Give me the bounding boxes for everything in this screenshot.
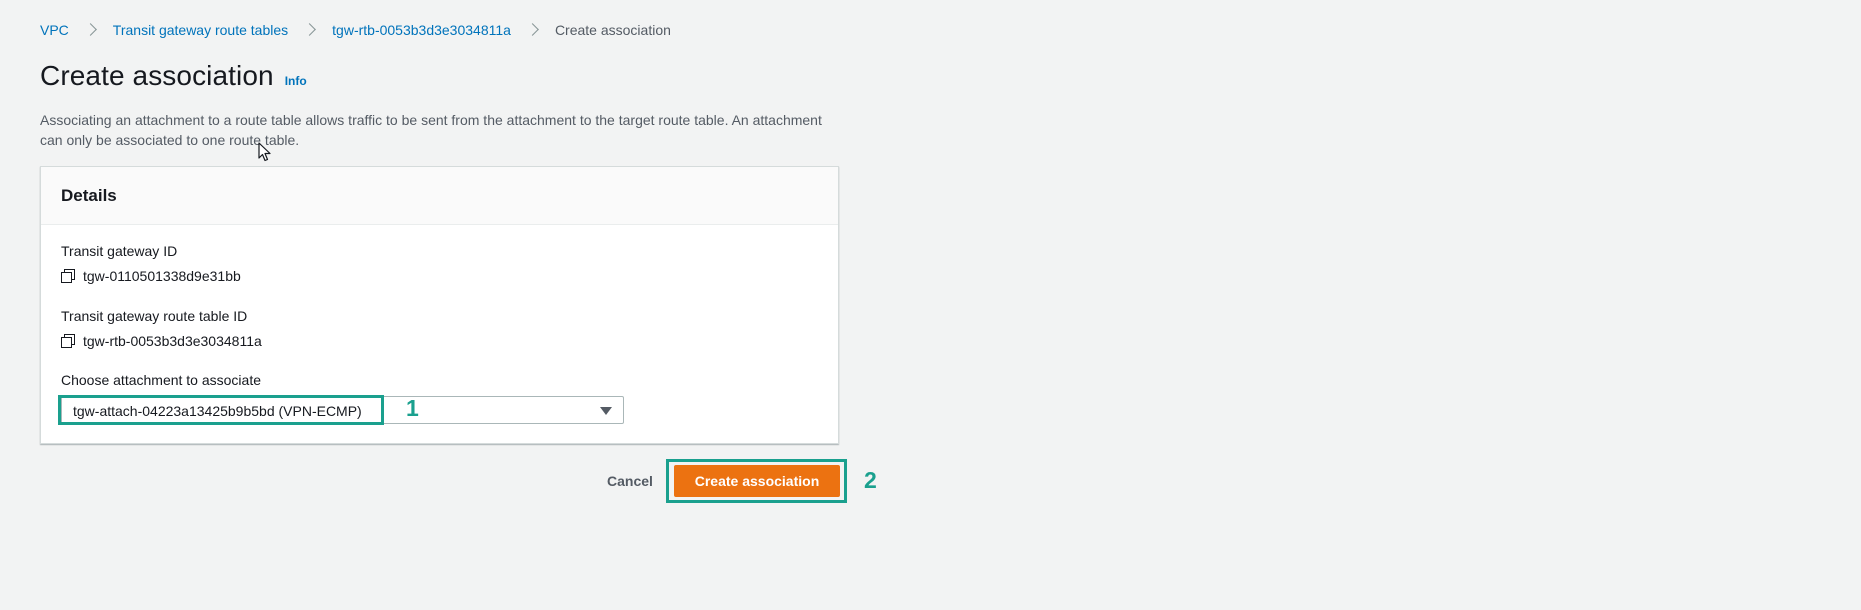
title-row: Create association Info: [40, 60, 307, 92]
breadcrumb-current: Create association: [554, 22, 671, 38]
attachment-select[interactable]: tgw-attach-04223a13425b9b5bd (VPN-ECMP): [61, 396, 624, 424]
page: VPC Transit gateway route tables tgw-rtb…: [0, 0, 1861, 610]
page-description: Associating an attachment to a route tab…: [40, 112, 822, 148]
details-panel: Details Transit gateway ID tgw-011050133…: [40, 166, 839, 444]
route-table-id-text: tgw-rtb-0053b3d3e3034811a: [83, 333, 262, 349]
cancel-button[interactable]: Cancel: [600, 469, 660, 493]
breadcrumb-transit-gateway-route-tables[interactable]: Transit gateway route tables: [113, 21, 288, 39]
create-association-button[interactable]: Create association: [674, 465, 840, 497]
route-table-id-value: tgw-rtb-0053b3d3e3034811a: [61, 333, 262, 349]
details-title: Details: [61, 186, 117, 205]
step-1-number: 1: [406, 395, 419, 421]
copy-icon[interactable]: [61, 269, 75, 283]
info-link[interactable]: Info: [285, 74, 307, 88]
chevron-right-icon: [82, 21, 100, 39]
details-panel-header: Details: [41, 167, 838, 225]
mouse-cursor: [258, 142, 271, 162]
breadcrumb-vpc[interactable]: VPC: [40, 21, 69, 39]
transit-gateway-id-value: tgw-0110501338d9e31bb: [61, 268, 241, 284]
copy-icon[interactable]: [61, 334, 75, 348]
attachment-select-label: Choose attachment to associate: [61, 372, 262, 388]
page-title: Create association: [40, 60, 274, 91]
step-2-number: 2: [864, 467, 877, 493]
caret-down-icon: [600, 407, 612, 415]
chevron-right-icon: [524, 21, 542, 39]
breadcrumb-route-table-id[interactable]: tgw-rtb-0053b3d3e3034811a: [332, 21, 511, 39]
breadcrumb: VPC Transit gateway route tables tgw-rtb…: [40, 21, 671, 39]
transit-gateway-id-label: Transit gateway ID: [61, 243, 178, 259]
route-table-id-label: Transit gateway route table ID: [61, 308, 248, 324]
transit-gateway-id-text: tgw-0110501338d9e31bb: [83, 268, 241, 284]
attachment-select-value: tgw-attach-04223a13425b9b5bd (VPN-ECMP): [73, 403, 362, 419]
chevron-right-icon: [301, 21, 319, 39]
